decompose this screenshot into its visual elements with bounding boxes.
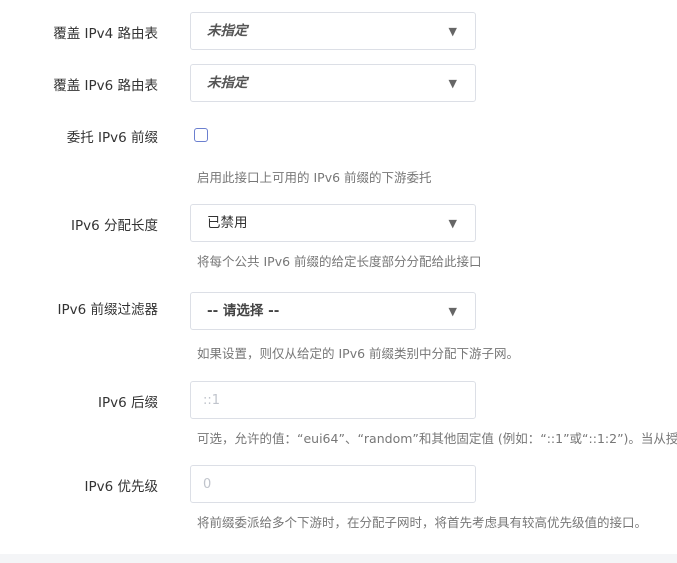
suffix-input[interactable] bbox=[190, 381, 476, 419]
assign-length-value: 已禁用 bbox=[207, 215, 248, 231]
delegate-prefix-checkbox[interactable] bbox=[194, 128, 208, 142]
chevron-down-icon: ▼ bbox=[448, 305, 457, 318]
assign-length-select[interactable]: 已禁用 ▼ bbox=[190, 204, 476, 242]
assign-length-hint: 将每个公共 IPv6 前缀的给定长度部分分配给此接口 bbox=[197, 254, 482, 269]
ipv4-route-value: 未指定 bbox=[207, 23, 248, 39]
ipv4-route-label: 覆盖 IPv4 路由表 bbox=[53, 26, 158, 42]
prefix-filter-select[interactable]: -- 请选择 -- ▼ bbox=[190, 292, 476, 330]
prefix-filter-value: -- 请选择 -- bbox=[207, 303, 280, 319]
page-footer-bar bbox=[0, 554, 677, 563]
priority-hint: 将前缀委派给多个下游时，在分配子网时，将首先考虑具有较高优先级值的接口。 bbox=[197, 515, 648, 530]
prefix-filter-hint: 如果设置，则仅从给定的 IPv6 前缀类别中分配下游子网。 bbox=[197, 346, 520, 361]
ipv6-route-select[interactable]: 未指定 ▼ bbox=[190, 64, 476, 102]
suffix-hint: 可选，允许的值：“eui64”、“random”和其他固定值 (例如：“::1”… bbox=[197, 431, 677, 446]
suffix-label: IPv6 后缀 bbox=[98, 395, 158, 411]
assign-length-label: IPv6 分配长度 bbox=[71, 218, 158, 234]
priority-input[interactable] bbox=[190, 465, 476, 503]
chevron-down-icon: ▼ bbox=[448, 25, 457, 38]
priority-label: IPv6 优先级 bbox=[84, 479, 159, 495]
delegate-prefix-label: 委托 IPv6 前缀 bbox=[66, 130, 158, 146]
ipv6-route-value: 未指定 bbox=[207, 75, 248, 91]
delegate-prefix-hint: 启用此接口上可用的 IPv6 前缀的下游委托 bbox=[197, 170, 432, 185]
chevron-down-icon: ▼ bbox=[448, 217, 457, 230]
prefix-filter-label: IPv6 前缀过滤器 bbox=[57, 302, 159, 318]
chevron-down-icon: ▼ bbox=[448, 77, 457, 90]
ipv4-route-select[interactable]: 未指定 ▼ bbox=[190, 12, 476, 50]
ipv6-route-label: 覆盖 IPv6 路由表 bbox=[53, 78, 158, 94]
